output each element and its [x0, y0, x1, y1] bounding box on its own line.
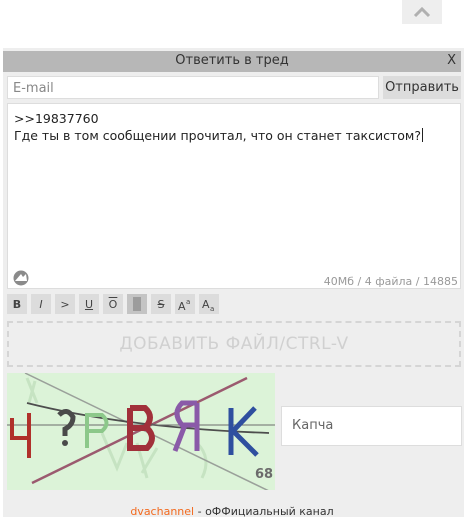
reply-form-titlebar[interactable]: Ответить в тред X	[3, 51, 461, 72]
footer-separator: -	[194, 505, 206, 518]
reply-form-title: Ответить в тред	[175, 53, 289, 68]
subscript-icon: A a	[202, 298, 214, 311]
sage-icon[interactable]	[12, 270, 30, 290]
scroll-up-button[interactable]	[402, 0, 442, 24]
svg-text:a: a	[210, 305, 214, 311]
underline-button[interactable]: U	[79, 294, 99, 314]
svg-text:a: a	[186, 298, 190, 306]
bold-button[interactable]: B	[7, 294, 27, 314]
strike-button[interactable]: S	[151, 294, 171, 314]
overline-button[interactable]: O	[103, 294, 123, 314]
email-field[interactable]: E-mail	[7, 76, 379, 99]
superscript-button[interactable]: A a	[175, 294, 195, 314]
spoiler-button[interactable]	[127, 294, 147, 314]
svg-text:A: A	[202, 298, 210, 311]
captcha-field[interactable]: Капча	[281, 406, 462, 446]
footer-text: оФФициальный канал	[205, 505, 334, 518]
message-line-2-text: Где ты в том сообщении прочитал, что он …	[14, 128, 421, 143]
footer-note: dvachannel - оФФициальный канал	[3, 505, 461, 518]
message-line-1: >>19837760	[14, 111, 99, 126]
file-dropzone[interactable]: ДОБАВИТЬ ФАЙЛ/CTRL-V	[7, 321, 461, 367]
reply-form: Ответить в тред X E-mail Отправить >>198…	[3, 48, 464, 518]
markup-toolbar: B I > U O S A a A a	[7, 294, 219, 316]
spoiler-icon	[133, 297, 141, 311]
captcha-number: 68	[255, 467, 273, 482]
submit-button[interactable]: Отправить	[383, 76, 461, 99]
chevron-up-icon	[413, 6, 431, 18]
message-textarea[interactable]: >>19837760 Где ты в том сообщении прочит…	[7, 103, 461, 289]
channel-link[interactable]: dvachannel	[130, 505, 194, 518]
superscript-icon: A a	[178, 298, 190, 311]
close-button[interactable]: X	[447, 53, 456, 68]
message-line-2: Где ты в том сообщении прочитал, что он …	[14, 127, 454, 144]
captcha-image: 68	[7, 373, 275, 490]
subscript-button[interactable]: A a	[199, 294, 219, 314]
italic-button[interactable]: I	[31, 294, 51, 314]
svg-text:A: A	[178, 300, 186, 311]
text-caret	[421, 128, 423, 142]
quote-button[interactable]: >	[55, 294, 75, 314]
upload-limits: 40Мб / 4 файла / 14885	[323, 275, 458, 288]
